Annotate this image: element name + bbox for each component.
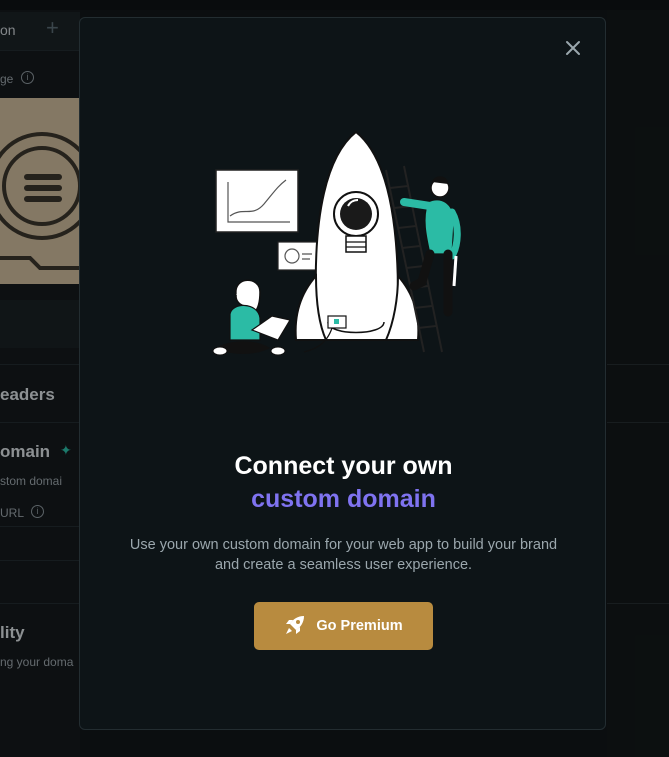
modal-title: Connect your own xyxy=(234,452,453,480)
modal-title-accent: custom domain xyxy=(251,485,436,513)
rocket-icon xyxy=(284,614,306,639)
close-icon[interactable] xyxy=(563,38,583,58)
go-premium-button[interactable]: Go Premium xyxy=(254,602,433,650)
rocket-team-illustration xyxy=(208,126,478,366)
modal-description: Use your own custom domain for your web … xyxy=(129,537,558,573)
go-premium-label: Go Premium xyxy=(316,618,403,634)
premium-modal: Connect your own custom domain Use your … xyxy=(79,17,606,730)
